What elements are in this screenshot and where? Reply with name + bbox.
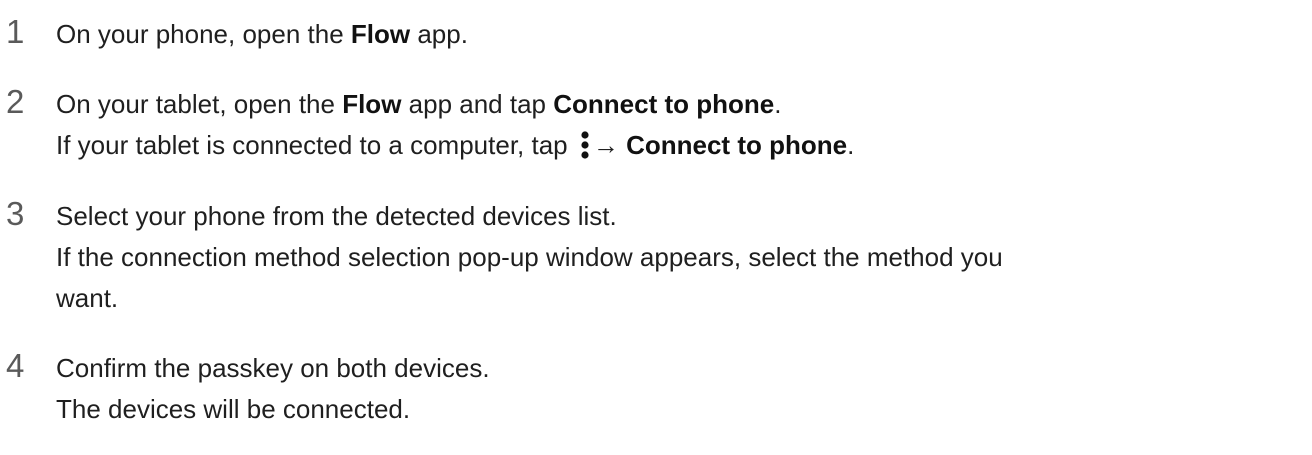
menu-option: Connect to phone [553,89,775,119]
step-text: If your tablet is connected to a compute… [56,130,855,160]
step-text: On your phone, open the Flow app. [56,19,468,49]
step-text: want. [56,283,119,313]
menu-option: Connect to phone [626,130,848,160]
step-text: If the connection method selection pop-u… [56,242,1003,272]
step-text: On your tablet, open the Flow app and ta… [56,89,782,119]
step-number: 1 [6,13,25,50]
step-text: Confirm the passkey on both devices. [56,353,490,383]
step-number: 3 [6,195,25,232]
step-number: 2 [6,83,25,120]
step-text: Select your phone from the detected devi… [56,201,617,231]
step-text: The devices will be connected. [56,394,411,424]
app-name: Flow [342,89,402,119]
app-name: Flow [350,19,411,49]
more-options-icon [581,131,589,159]
step-number: 4 [6,347,25,384]
arrow-icon: → [592,130,619,160]
